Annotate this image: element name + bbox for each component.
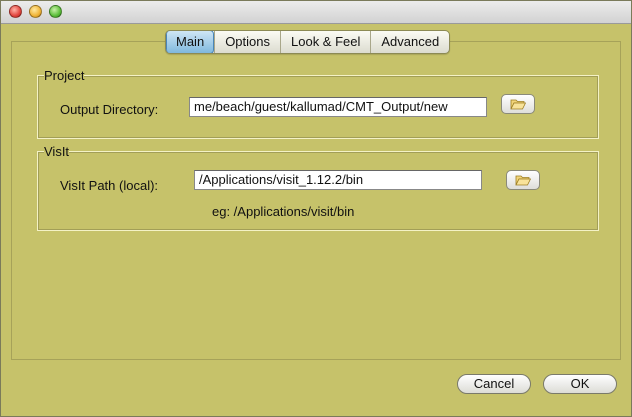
folder-open-icon xyxy=(510,99,526,110)
preferences-window: Main Options Look & Feel Advanced Projec… xyxy=(0,0,632,417)
project-group-title: Project xyxy=(44,68,85,83)
tab-advanced[interactable]: Advanced xyxy=(370,31,449,53)
tab-bar: Main Options Look & Feel Advanced xyxy=(165,30,451,54)
output-directory-field[interactable]: me/beach/guest/kallumad/CMT_Output/new xyxy=(189,97,487,117)
zoom-window-icon[interactable] xyxy=(49,5,62,18)
output-directory-browse-button[interactable] xyxy=(501,94,535,114)
visit-path-browse-button[interactable] xyxy=(506,170,540,190)
minimize-window-icon[interactable] xyxy=(29,5,42,18)
ok-button[interactable]: OK xyxy=(543,374,617,394)
visit-path-label: VisIt Path (local): xyxy=(60,178,159,193)
tab-look-and-feel[interactable]: Look & Feel xyxy=(280,31,370,53)
tab-options[interactable]: Options xyxy=(214,31,280,53)
tab-main[interactable]: Main xyxy=(166,31,215,53)
folder-open-icon xyxy=(515,175,531,186)
visit-path-field[interactable]: /Applications/visit_1.12.2/bin xyxy=(194,170,482,190)
cancel-button[interactable]: Cancel xyxy=(457,374,531,394)
title-bar[interactable] xyxy=(1,1,631,24)
visit-path-hint: eg: /Applications/visit/bin xyxy=(212,204,355,219)
output-directory-label: Output Directory: xyxy=(60,102,159,117)
visit-group-title: VisIt xyxy=(44,144,70,159)
close-window-icon[interactable] xyxy=(9,5,22,18)
